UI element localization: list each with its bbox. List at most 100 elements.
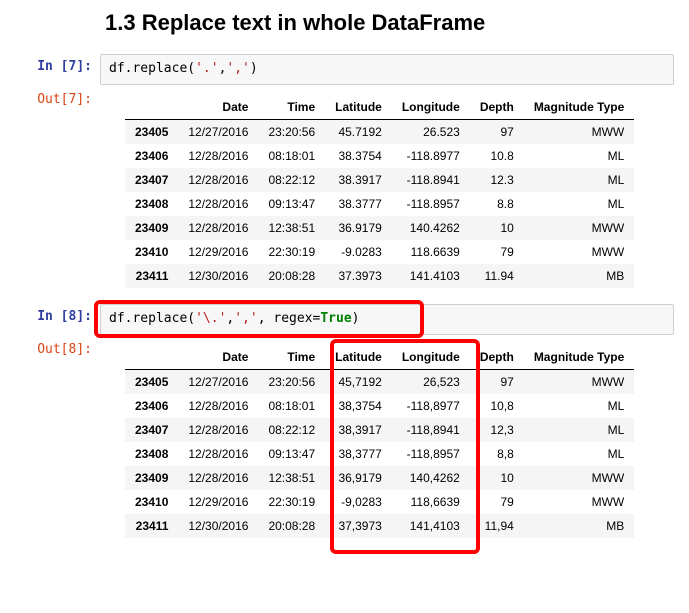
table-cell: 79 xyxy=(470,490,524,514)
table-cell: 12/30/2016 xyxy=(178,264,258,288)
table-cell: 38.3777 xyxy=(325,192,392,216)
table-row-index: 23411 xyxy=(125,514,178,538)
table-cell: -9.0283 xyxy=(325,240,392,264)
table-row-index: 23405 xyxy=(125,369,178,394)
code-input-7[interactable]: df.replace('.',',') xyxy=(100,54,674,85)
table-cell: 12,3 xyxy=(470,418,524,442)
table-cell: 12/28/2016 xyxy=(178,442,258,466)
table-cell: -9,0283 xyxy=(325,490,392,514)
table-row: 2341112/30/201620:08:2837,3973141,410311… xyxy=(125,514,634,538)
table-cell: 12:38:51 xyxy=(258,466,325,490)
table-column-header: Date xyxy=(178,95,258,120)
table-cell: 118.6639 xyxy=(392,240,470,264)
output-area-7: DateTimeLatitudeLongitudeDepthMagnitude … xyxy=(100,87,674,302)
table-header-row: DateTimeLatitudeLongitudeDepthMagnitude … xyxy=(125,345,634,370)
table-cell: 08:18:01 xyxy=(258,144,325,168)
table-row: 2340912/28/201612:38:5136,9179140,426210… xyxy=(125,466,634,490)
table-row-index: 23410 xyxy=(125,490,178,514)
table-column-header: Date xyxy=(178,345,258,370)
code-close: ) xyxy=(352,311,360,326)
code-str: ',' xyxy=(226,61,249,76)
section-heading: 1.3 Replace text in whole DataFrame xyxy=(105,10,674,36)
table-row: 2340912/28/201612:38:5136.9179140.426210… xyxy=(125,216,634,240)
out-prompt-7: Out[7]: xyxy=(15,87,100,107)
dataframe-output-7: DateTimeLatitudeLongitudeDepthMagnitude … xyxy=(125,95,634,288)
table-cell: 22:30:19 xyxy=(258,490,325,514)
table-cell: 11,94 xyxy=(470,514,524,538)
table-row: 2340612/28/201608:18:0138.3754-118.89771… xyxy=(125,144,634,168)
code-kwarg: , regex= xyxy=(258,311,321,326)
table-cell: 38,3917 xyxy=(325,418,392,442)
table-cell: MWW xyxy=(524,240,634,264)
table-cell: 09:13:47 xyxy=(258,442,325,466)
table-cell: 37,3973 xyxy=(325,514,392,538)
table-cell: 38.3917 xyxy=(325,168,392,192)
table-cell: 36,9179 xyxy=(325,466,392,490)
table-cell: 12/29/2016 xyxy=(178,490,258,514)
table-cell: MWW xyxy=(524,466,634,490)
table-row: 2340512/27/201623:20:5645.719226.52397MW… xyxy=(125,119,634,144)
table-cell: 12/28/2016 xyxy=(178,216,258,240)
table-cell: 12/27/2016 xyxy=(178,119,258,144)
table-row-index: 23407 xyxy=(125,418,178,442)
table-cell: 08:22:12 xyxy=(258,168,325,192)
table-cell: 10,8 xyxy=(470,394,524,418)
table-cell: -118.8977 xyxy=(392,144,470,168)
table-column-header: Depth xyxy=(470,345,524,370)
table-cell: 45,7192 xyxy=(325,369,392,394)
code-call: df.replace( xyxy=(109,311,195,326)
code-call: df.replace( xyxy=(109,61,195,76)
table-cell: 12/28/2016 xyxy=(178,168,258,192)
table-cell: ML xyxy=(524,168,634,192)
table-row-index: 23409 xyxy=(125,216,178,240)
table-cell: 10 xyxy=(470,466,524,490)
in-prompt-7: In [7]: xyxy=(15,54,100,74)
table-column-header: Longitude xyxy=(392,345,470,370)
table-cell: ML xyxy=(524,192,634,216)
table-cell: ML xyxy=(524,442,634,466)
table-row: 2340812/28/201609:13:4738.3777-118.89578… xyxy=(125,192,634,216)
table-cell: -118.8941 xyxy=(392,168,470,192)
table-cell: 12/28/2016 xyxy=(178,418,258,442)
table-cell: MWW xyxy=(524,119,634,144)
table-cell: 140,4262 xyxy=(392,466,470,490)
table-column-header: Magnitude Type xyxy=(524,95,634,120)
table-cell: 08:22:12 xyxy=(258,418,325,442)
table-column-header: Longitude xyxy=(392,95,470,120)
cell-output-7: Out[7]: DateTimeLatitudeLongitudeDepthMa… xyxy=(15,87,674,302)
table-cell: 12.3 xyxy=(470,168,524,192)
table-index-header xyxy=(125,345,178,370)
code-str: '\.' xyxy=(195,311,226,326)
table-column-header: Time xyxy=(258,95,325,120)
table-cell: MWW xyxy=(524,369,634,394)
code-input-8[interactable]: df.replace('\.',',', regex=True) xyxy=(100,304,674,335)
table-header-row: DateTimeLatitudeLongitudeDepthMagnitude … xyxy=(125,95,634,120)
table-column-header: Latitude xyxy=(325,95,392,120)
table-cell: 12/29/2016 xyxy=(178,240,258,264)
code-str: ',' xyxy=(234,311,257,326)
table-cell: 10 xyxy=(470,216,524,240)
table-cell: 38,3754 xyxy=(325,394,392,418)
table-cell: 12/27/2016 xyxy=(178,369,258,394)
table-cell: ML xyxy=(524,418,634,442)
code-true: True xyxy=(320,311,351,326)
table-row: 2340812/28/201609:13:4738,3777-118,89578… xyxy=(125,442,634,466)
table-row: 2341112/30/201620:08:2837.3973141.410311… xyxy=(125,264,634,288)
table-cell: 08:18:01 xyxy=(258,394,325,418)
table-cell: MWW xyxy=(524,490,634,514)
table-cell: 8,8 xyxy=(470,442,524,466)
table-row-index: 23406 xyxy=(125,394,178,418)
table-column-header: Magnitude Type xyxy=(524,345,634,370)
table-row: 2341012/29/201622:30:19-9.0283118.663979… xyxy=(125,240,634,264)
cell-input-8: In [8]: df.replace('\.',',', regex=True) xyxy=(15,304,674,335)
table-cell: 97 xyxy=(470,119,524,144)
table-cell: 22:30:19 xyxy=(258,240,325,264)
table-cell: 97 xyxy=(470,369,524,394)
table-cell: 118,6639 xyxy=(392,490,470,514)
table-cell: 45.7192 xyxy=(325,119,392,144)
table-cell: 141.4103 xyxy=(392,264,470,288)
code-close: ) xyxy=(250,61,258,76)
table-cell: 12/28/2016 xyxy=(178,394,258,418)
table-row-index: 23409 xyxy=(125,466,178,490)
table-cell: -118.8957 xyxy=(392,192,470,216)
